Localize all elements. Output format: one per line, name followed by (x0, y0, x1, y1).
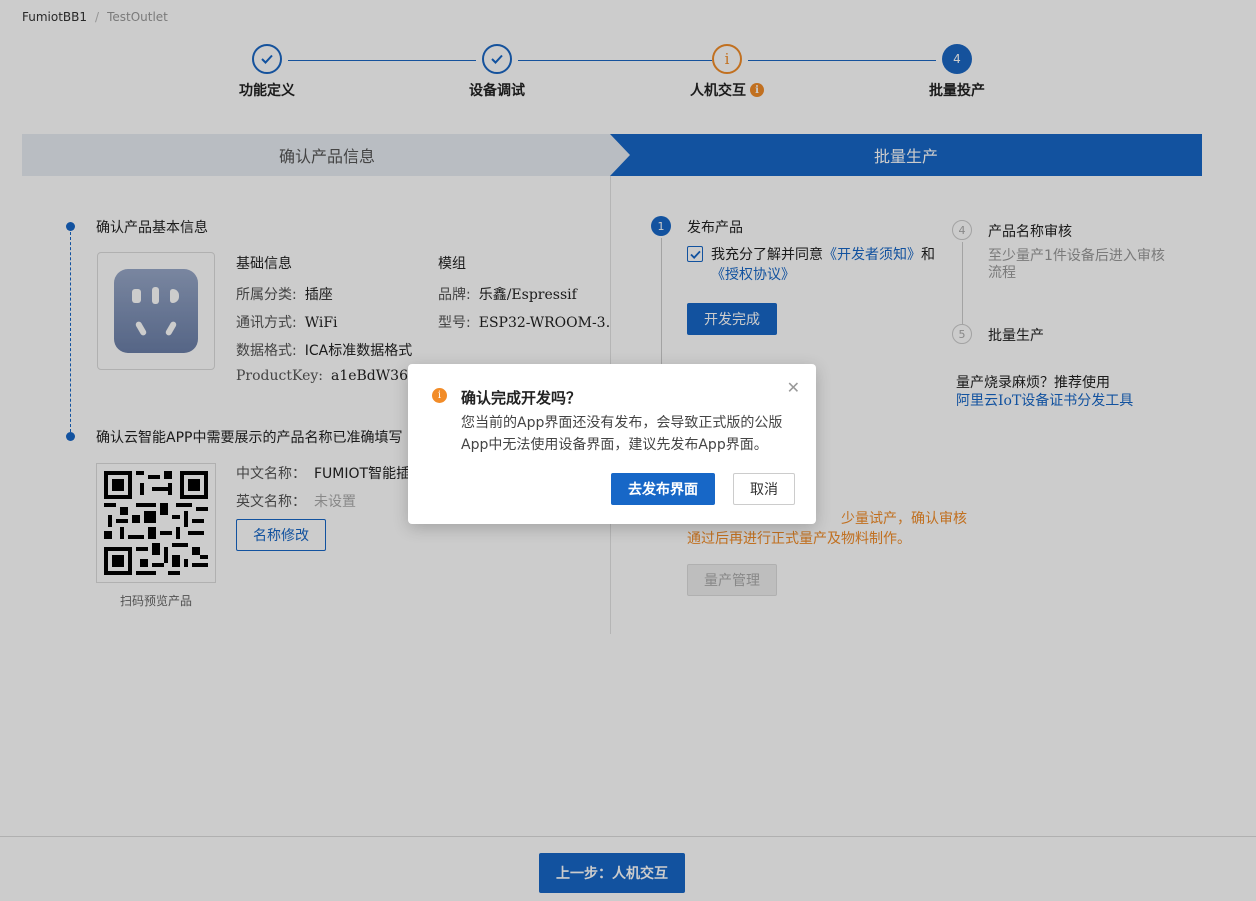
dialog-title: 确认完成开发吗？ (461, 389, 582, 407)
cancel-button[interactable]: 取消 (733, 473, 795, 505)
dialog-message: 您当前的App界面还没有发布，会导致正式版的公版App中无法使用设备界面，建议先… (461, 415, 783, 453)
close-icon[interactable]: ✕ (787, 378, 800, 397)
warning-icon: i (432, 388, 447, 403)
confirm-dialog: i 确认完成开发吗？ ✕ 您当前的App界面还没有发布，会导致正式版的公版App… (408, 364, 816, 524)
publish-interface-button[interactable]: 去发布界面 (611, 473, 715, 505)
